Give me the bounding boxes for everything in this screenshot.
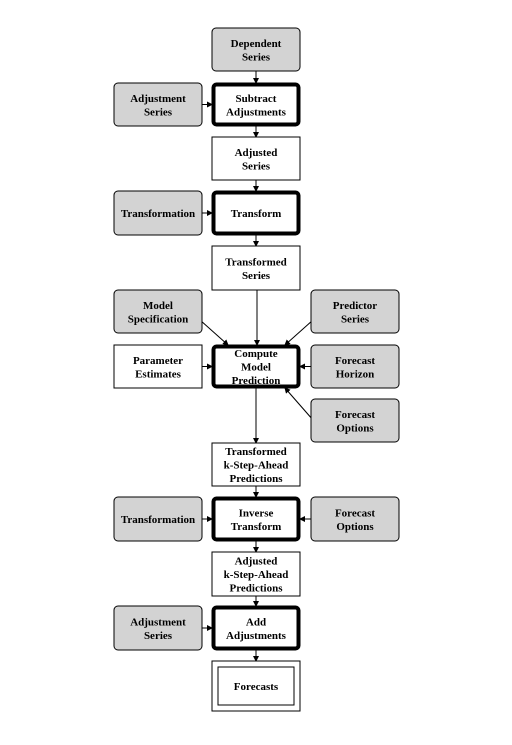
node-label: Predictor	[333, 300, 378, 312]
node-adjusted-series: AdjustedSeries	[211, 136, 301, 181]
node-transformed-predictions: Transformed k-Step-AheadPredictions	[211, 442, 301, 487]
node-adjusted-predictions: Adjustedk-Step-Ahead Predictions	[211, 551, 301, 597]
forecast-flowchart: DependentSeriesAdjustmentSeriesSubtractA…	[113, 27, 400, 712]
node-transform: Transform	[211, 190, 301, 236]
node-label: Add	[246, 616, 266, 628]
node-label: Adjustment	[130, 93, 186, 105]
node-label: Horizon	[336, 368, 375, 380]
node-parameter-estimates: ParameterEstimates	[113, 344, 203, 389]
node-add-adjustments: Add Adjustments	[211, 605, 301, 651]
node-label: k-Step-Ahead	[224, 460, 289, 472]
node-label: Series	[242, 160, 271, 172]
edge-model-specification-to-compute-model-prediction	[199, 319, 229, 346]
node-label: Adjustments	[226, 106, 287, 118]
node-forecasts: Forecasts	[211, 660, 301, 712]
node-adjustment-series-2: Adjustment Series	[113, 605, 203, 651]
node-label: Forecasts	[234, 681, 279, 693]
node-label: Model	[241, 362, 271, 374]
node-label: Predictions	[230, 583, 284, 595]
edge-forecast-options-1-to-compute-model-prediction	[284, 387, 314, 421]
node-label: Adjusted	[235, 556, 278, 568]
node-label: Compute	[234, 348, 278, 360]
node-label: Subtract	[236, 93, 277, 105]
node-transformation-1: Transformation	[113, 190, 203, 236]
edge-predictor-series-to-compute-model-prediction	[284, 319, 314, 346]
node-label: Options	[336, 521, 374, 533]
node-label: Transformation	[121, 208, 195, 220]
node-forecast-horizon: ForecastHorizon	[310, 344, 400, 389]
node-label: Estimates	[135, 368, 182, 380]
node-label: Options	[336, 422, 374, 434]
node-label: Adjusted	[235, 147, 278, 159]
node-dependent-series: DependentSeries	[211, 27, 301, 72]
node-label: Series	[242, 51, 271, 63]
node-compute-model-prediction: Compute ModelPrediction	[211, 344, 301, 389]
node-label: Adjustments	[226, 630, 287, 642]
node-label: Inverse	[239, 507, 274, 519]
node-label: Prediction	[232, 375, 281, 387]
node-label: Series	[242, 270, 271, 282]
node-label: Forecast	[335, 507, 375, 519]
node-model-specification: ModelSpecification	[113, 289, 203, 334]
node-transformed-series: Transformed Series	[211, 245, 301, 291]
node-label: Transform	[231, 521, 282, 533]
node-label: Forecast	[335, 409, 375, 421]
node-label: Series	[144, 630, 173, 642]
node-label: Series	[341, 313, 370, 325]
node-forecast-options-1: ForecastOptions	[310, 398, 400, 443]
node-label: Transformed	[225, 256, 287, 268]
node-label: Parameter	[133, 355, 183, 367]
node-label: Transformed	[225, 446, 287, 458]
node-label: Specification	[128, 313, 189, 325]
node-label: k-Step-Ahead	[224, 569, 289, 581]
node-label: Adjustment	[130, 616, 186, 628]
node-label: Series	[144, 106, 173, 118]
node-predictor-series: PredictorSeries	[310, 289, 400, 334]
node-forecast-options-2: Forecast Options	[310, 496, 400, 542]
node-label: Model	[143, 300, 173, 312]
node-label: Transform	[231, 208, 282, 220]
node-adjustment-series-1: AdjustmentSeries	[113, 82, 203, 127]
node-label: Forecast	[335, 355, 375, 367]
node-label: Predictions	[230, 473, 284, 485]
node-subtract-adjustments: SubtractAdjustments	[211, 82, 301, 127]
node-label: Transformation	[121, 514, 195, 526]
node-label: Dependent	[231, 38, 282, 50]
node-transformation-2: Transformation	[113, 496, 203, 542]
node-inverse-transform: Inverse Transform	[211, 496, 301, 542]
